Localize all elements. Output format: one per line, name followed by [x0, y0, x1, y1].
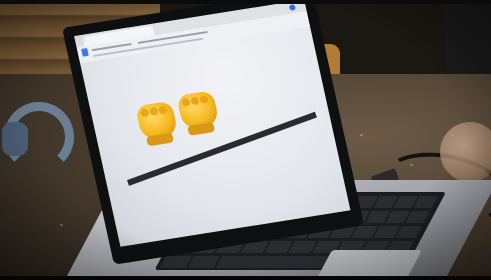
bottom-bar	[0, 276, 491, 280]
photo-scene	[0, 4, 491, 276]
